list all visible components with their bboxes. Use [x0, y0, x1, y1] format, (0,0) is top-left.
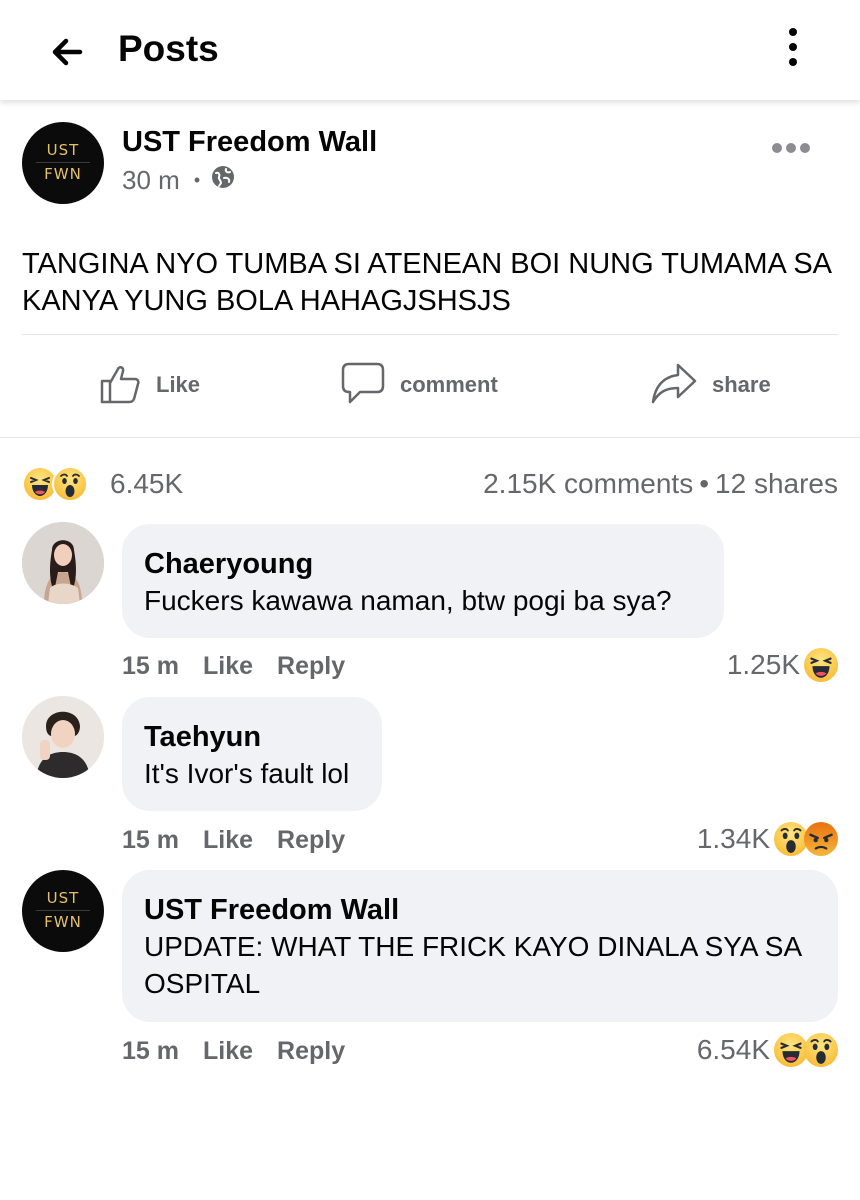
comments-count[interactable]: 2.15K comments [483, 468, 693, 499]
haha-emoji-icon [804, 648, 838, 682]
comment-text: Fuckers kawawa naman, btw pogi ba sya? [144, 585, 672, 616]
page-title: Posts [118, 28, 219, 69]
like-button[interactable]: Like [98, 360, 200, 410]
wow-emoji-icon [774, 822, 808, 856]
avatar[interactable] [22, 696, 104, 778]
comment-time[interactable]: 15 m [122, 1037, 179, 1066]
shares-count[interactable]: 12 shares [715, 468, 838, 499]
comment-reactions[interactable]: 1.34K [697, 822, 838, 856]
comment-time[interactable]: 15 m [122, 826, 179, 855]
reaction-count[interactable]: 6.45K [110, 468, 183, 500]
comment-bubble: Chaeryoung Fuckers kawawa naman, btw pog… [122, 524, 724, 638]
post-author-name[interactable]: UST Freedom Wall [122, 126, 377, 159]
comment-time[interactable]: 15 m [122, 652, 179, 681]
vertical-dots-icon[interactable] [778, 28, 808, 74]
comment-actions: 15 m Like Reply [122, 826, 369, 855]
angry-emoji-icon [804, 822, 838, 856]
comment-icon [340, 360, 386, 411]
avatar-text-line1: UST [46, 889, 80, 907]
like-label: Like [156, 372, 201, 397]
comment-like-link[interactable]: Like [203, 652, 253, 681]
share-button[interactable]: share [650, 360, 771, 410]
divider [22, 334, 838, 335]
comment-reply-link[interactable]: Reply [277, 826, 345, 855]
post-options-dots-icon[interactable] [772, 140, 818, 154]
haha-emoji-icon [774, 1033, 808, 1067]
comment-reply-link[interactable]: Reply [277, 652, 345, 681]
comment-text: It's Ivor's fault lol [144, 758, 350, 789]
comment-actions: 15 m Like Reply [122, 1037, 369, 1066]
globe-icon [210, 164, 236, 197]
comment-author[interactable]: Taehyun [144, 719, 360, 755]
top-app-bar: Posts [0, 0, 860, 100]
meta-separator: • [193, 170, 201, 190]
post-stats: 2.15K comments • 12 shares [483, 468, 838, 500]
comment-author[interactable]: UST Freedom Wall [144, 892, 816, 928]
comment-reaction-count: 1.34K [696, 823, 770, 854]
divider [0, 437, 860, 438]
share-label: share [712, 372, 771, 397]
comment-bubble: UST Freedom Wall UPDATE: WHAT THE FRICK … [122, 870, 838, 1022]
wow-emoji-icon [52, 466, 88, 502]
comment-like-link[interactable]: Like [203, 826, 253, 855]
comment-author[interactable]: Chaeryoung [144, 546, 702, 582]
page-avatar[interactable]: UST FWN [22, 122, 104, 204]
reactions-summary: 6.45K 2.15K comments • 12 shares [22, 462, 838, 510]
comment-reactions[interactable]: 6.54K [697, 1033, 838, 1067]
stats-separator: • [699, 468, 710, 499]
avatar-text-line2: FWN [44, 913, 82, 931]
post-meta: 30 m • [122, 164, 236, 197]
post-time[interactable]: 30 m [122, 165, 180, 196]
comment-reaction-count: 1.25K [726, 649, 800, 680]
comment-reactions[interactable]: 1.25K [727, 648, 838, 682]
avatar-text-line1: UST [46, 141, 80, 159]
comment-reaction-count: 6.54K [696, 1034, 770, 1065]
avatar-text-line2: FWN [44, 165, 82, 183]
reaction-icons[interactable] [22, 466, 88, 506]
comment-reply-link[interactable]: Reply [277, 1037, 345, 1066]
comment-text: UPDATE: WHAT THE FRICK KAYO DINALA SYA S… [144, 931, 801, 999]
comment-actions: 15 m Like Reply [122, 652, 369, 681]
thumbs-up-icon [98, 361, 142, 410]
avatar[interactable] [22, 522, 104, 604]
comment-label: comment [400, 372, 498, 397]
back-arrow-icon[interactable] [46, 30, 90, 74]
wow-emoji-icon [804, 1033, 838, 1067]
post-body-text: TANGINA NYO TUMBA SI ATENEAN BOI NUNG TU… [22, 248, 831, 317]
avatar[interactable]: UST FWN [22, 870, 104, 952]
comment-like-link[interactable]: Like [203, 1037, 253, 1066]
comment-button[interactable]: comment [340, 360, 498, 410]
share-icon [650, 361, 698, 410]
comment-bubble: Taehyun It's Ivor's fault lol [122, 697, 382, 811]
